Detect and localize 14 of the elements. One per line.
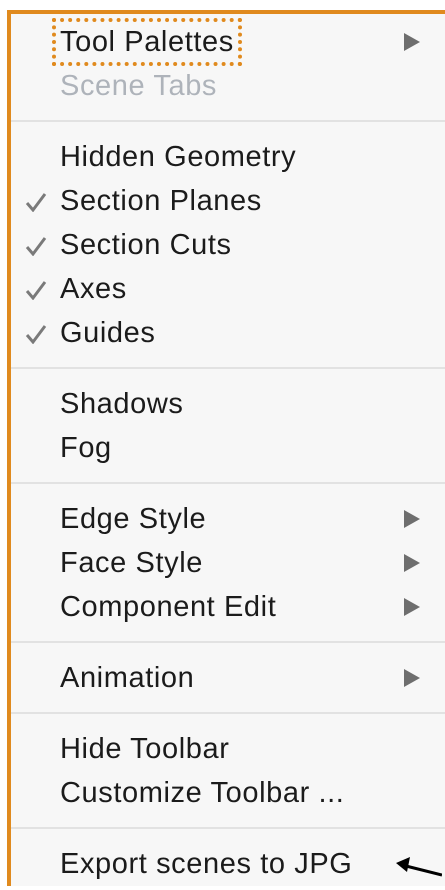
menu-item[interactable]: Section Planes xyxy=(56,181,266,221)
menu-item[interactable]: Axes xyxy=(56,269,131,309)
menu-item[interactable]: Hidden Geometry xyxy=(56,137,300,177)
menu-item[interactable]: Shadows xyxy=(56,384,188,424)
menu-item[interactable]: Fog xyxy=(56,428,116,468)
menu-item[interactable]: Animation xyxy=(56,658,198,698)
menu-item[interactable]: Customize Toolbar ... xyxy=(56,773,348,813)
menu-item[interactable]: Export scenes to JPG xyxy=(56,844,356,884)
menu-item[interactable]: Hide Toolbar xyxy=(56,729,234,769)
menu-item[interactable]: Face Style xyxy=(56,543,207,583)
menu-item[interactable]: Section Cuts xyxy=(56,225,236,265)
menu-item[interactable]: Component Edit xyxy=(56,587,280,627)
menu-item[interactable]: Guides xyxy=(56,313,160,353)
menu-item[interactable]: Edge Style xyxy=(56,499,210,539)
